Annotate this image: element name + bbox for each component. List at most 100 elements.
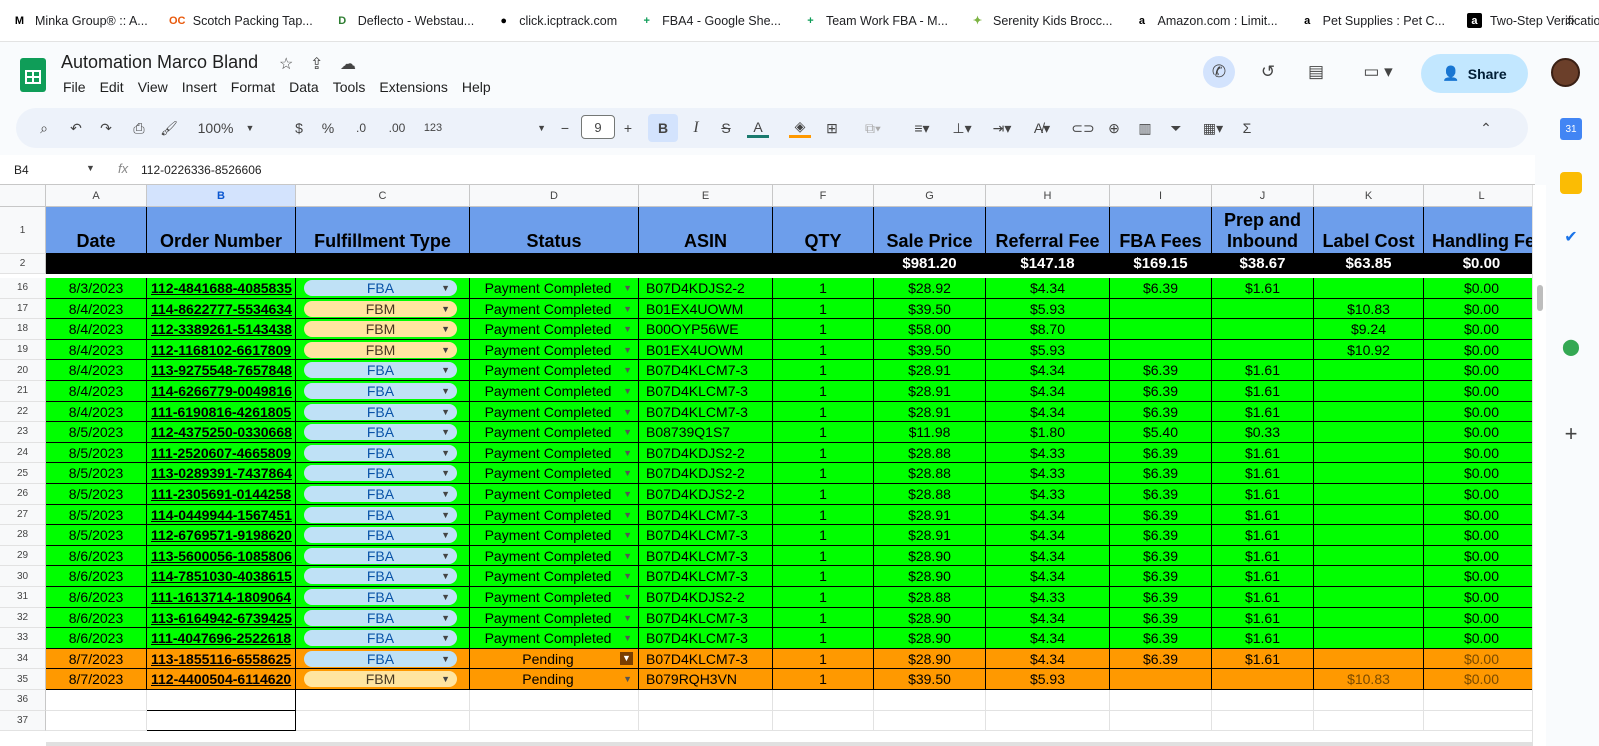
filter-icon[interactable]: ⏷ — [1166, 118, 1186, 138]
horizontal-align-icon[interactable]: ≡▾ — [905, 118, 939, 138]
empty-cell[interactable] — [470, 690, 639, 711]
italic-button[interactable]: I — [686, 118, 706, 138]
undo-icon[interactable]: ↶ — [66, 118, 86, 138]
keep-icon[interactable] — [1560, 172, 1582, 194]
bookmark-5[interactable]: + Team Work FBA - M... — [802, 13, 948, 28]
status-dropdown-icon[interactable]: ▼ — [623, 505, 632, 525]
fulfillment-type-cell[interactable]: FBA ▼ — [296, 648, 470, 670]
row-header[interactable]: 33 — [0, 628, 46, 649]
fulfillment-type-cell[interactable]: FBM ▼ — [296, 339, 470, 361]
text-rotation-icon[interactable]: A̸▾ — [1025, 118, 1059, 138]
vertical-scrollbar[interactable] — [1532, 185, 1546, 746]
empty-cell[interactable] — [986, 710, 1110, 732]
empty-cell[interactable] — [296, 690, 470, 711]
comments-icon[interactable]: ▤ — [1301, 57, 1331, 87]
fulfillment-type-cell[interactable]: FBA ▼ — [296, 545, 470, 567]
fulfillment-chip[interactable]: FBA ▼ — [304, 506, 457, 523]
menu-insert[interactable]: Insert — [182, 79, 217, 95]
collapse-toolbar-icon[interactable]: ⌃ — [1476, 118, 1496, 138]
fulfillment-type-cell[interactable]: FBA ▼ — [296, 607, 470, 629]
empty-cell[interactable] — [147, 690, 296, 711]
row-header[interactable]: 30 — [0, 566, 46, 587]
empty-cell[interactable] — [1314, 690, 1424, 711]
order-number-link[interactable]: 113-9275548-7657848 — [147, 360, 296, 381]
row-header[interactable]: 34 — [0, 648, 46, 670]
status-cell[interactable]: Payment Completed ▼ — [470, 278, 639, 299]
add-addon-icon[interactable]: + — [1560, 421, 1582, 446]
insert-comment-icon[interactable]: ⊕ — [1104, 118, 1124, 138]
status-dropdown-icon[interactable]: ▼ — [623, 587, 632, 607]
increase-decimal-button[interactable]: .00 — [384, 118, 410, 138]
fulfillment-chip[interactable]: FBM ▼ — [304, 321, 457, 338]
row-header[interactable]: 27 — [0, 504, 46, 526]
column-header-d[interactable]: D — [470, 185, 639, 207]
fulfillment-chip[interactable]: FBA ▼ — [304, 444, 457, 461]
status-dropdown-icon[interactable]: ▼ — [623, 484, 632, 504]
row-header[interactable]: 18 — [0, 319, 46, 340]
empty-cell[interactable] — [874, 690, 986, 711]
column-header-b[interactable]: B — [147, 185, 296, 207]
bookmark-7[interactable]: a Amazon.com : Limit... — [1134, 13, 1278, 28]
fulfillment-type-cell[interactable]: FBA ▼ — [296, 381, 470, 402]
column-header-a[interactable]: A — [46, 185, 147, 207]
status-dropdown-icon[interactable]: ▼ — [623, 381, 632, 401]
fulfillment-type-cell[interactable]: FBM ▼ — [296, 319, 470, 340]
empty-cell[interactable] — [470, 710, 639, 732]
fulfillment-chip[interactable]: FBM ▼ — [304, 671, 457, 688]
redo-icon[interactable]: ↷ — [96, 118, 116, 138]
status-dropdown-icon[interactable]: ▼ — [623, 319, 632, 339]
status-cell[interactable]: Payment Completed ▼ — [470, 504, 639, 526]
empty-cell[interactable] — [1424, 710, 1533, 732]
font-family-select[interactable]: ▼ — [456, 118, 546, 138]
zoom-select[interactable]: 100% ▼ — [194, 118, 258, 138]
fill-color-icon[interactable]: ◈ — [789, 118, 811, 138]
empty-cell[interactable] — [1110, 690, 1212, 711]
fulfillment-chip[interactable]: FBA ▼ — [304, 424, 457, 441]
row-header[interactable]: 19 — [0, 339, 46, 361]
merge-cells-icon[interactable]: ⧉▾ — [856, 118, 890, 138]
status-cell[interactable]: Payment Completed ▼ — [470, 628, 639, 649]
status-cell[interactable]: Payment Completed ▼ — [470, 525, 639, 546]
bookmark-4[interactable]: + FBA4 - Google She... — [639, 13, 781, 28]
decrease-decimal-button[interactable]: .0 — [350, 118, 372, 138]
order-number-link[interactable]: 112-3389261-5143438 — [147, 319, 296, 340]
status-cell[interactable]: Payment Completed ▼ — [470, 587, 639, 608]
empty-cell[interactable] — [46, 690, 147, 711]
fulfillment-chip[interactable]: FBA ▼ — [304, 568, 457, 585]
bookmark-8[interactable]: a Pet Supplies : Pet C... — [1299, 13, 1445, 28]
fulfillment-type-cell[interactable]: FBA ▼ — [296, 504, 470, 526]
column-header-e[interactable]: E — [639, 185, 773, 207]
empty-cell[interactable] — [1424, 690, 1533, 711]
order-number-link[interactable]: 114-7851030-4038615 — [147, 566, 296, 587]
fulfillment-chip[interactable]: FBA ▼ — [304, 547, 457, 564]
status-cell[interactable]: Payment Completed ▼ — [470, 484, 639, 505]
print-icon[interactable]: ⎙ — [129, 118, 149, 138]
row-header[interactable]: 35 — [0, 669, 46, 690]
horizontal-scrollbar[interactable] — [46, 742, 1533, 746]
move-icon[interactable]: ⇪ — [310, 54, 323, 74]
currency-format-button[interactable]: $ — [291, 118, 307, 138]
status-dropdown-icon[interactable]: ▼ — [623, 608, 632, 628]
column-header-j[interactable]: J — [1212, 185, 1314, 207]
order-number-link[interactable]: 114-8622777-5534634 — [147, 298, 296, 320]
status-cell[interactable]: Payment Completed ▼ — [470, 401, 639, 423]
decrease-font-size-icon[interactable]: − — [557, 118, 573, 138]
row-header[interactable]: 25 — [0, 463, 46, 484]
column-header-i[interactable]: I — [1110, 185, 1212, 207]
status-dropdown-icon[interactable]: ▼ — [623, 340, 632, 360]
status-cell[interactable]: Payment Completed ▼ — [470, 566, 639, 587]
empty-cell[interactable] — [639, 690, 773, 711]
status-dropdown-icon[interactable]: ▼ — [623, 443, 632, 463]
status-cell[interactable]: Payment Completed ▼ — [470, 339, 639, 361]
column-header-c[interactable]: C — [296, 185, 470, 207]
star-icon[interactable]: ☆ — [279, 54, 293, 74]
text-color-button[interactable]: A — [747, 118, 769, 138]
status-dropdown-icon[interactable]: ▼ — [623, 402, 632, 422]
fulfillment-chip[interactable]: FBA ▼ — [304, 486, 457, 502]
fulfillment-type-cell[interactable]: FBA ▼ — [296, 463, 470, 484]
status-cell[interactable]: Payment Completed ▼ — [470, 319, 639, 340]
row-header[interactable]: 22 — [0, 401, 46, 423]
meeting-icon[interactable]: ✆ — [1203, 56, 1235, 88]
status-dropdown-icon[interactable]: ▼ — [623, 299, 632, 319]
order-number-link[interactable]: 112-1168102-6617809 — [147, 339, 296, 361]
